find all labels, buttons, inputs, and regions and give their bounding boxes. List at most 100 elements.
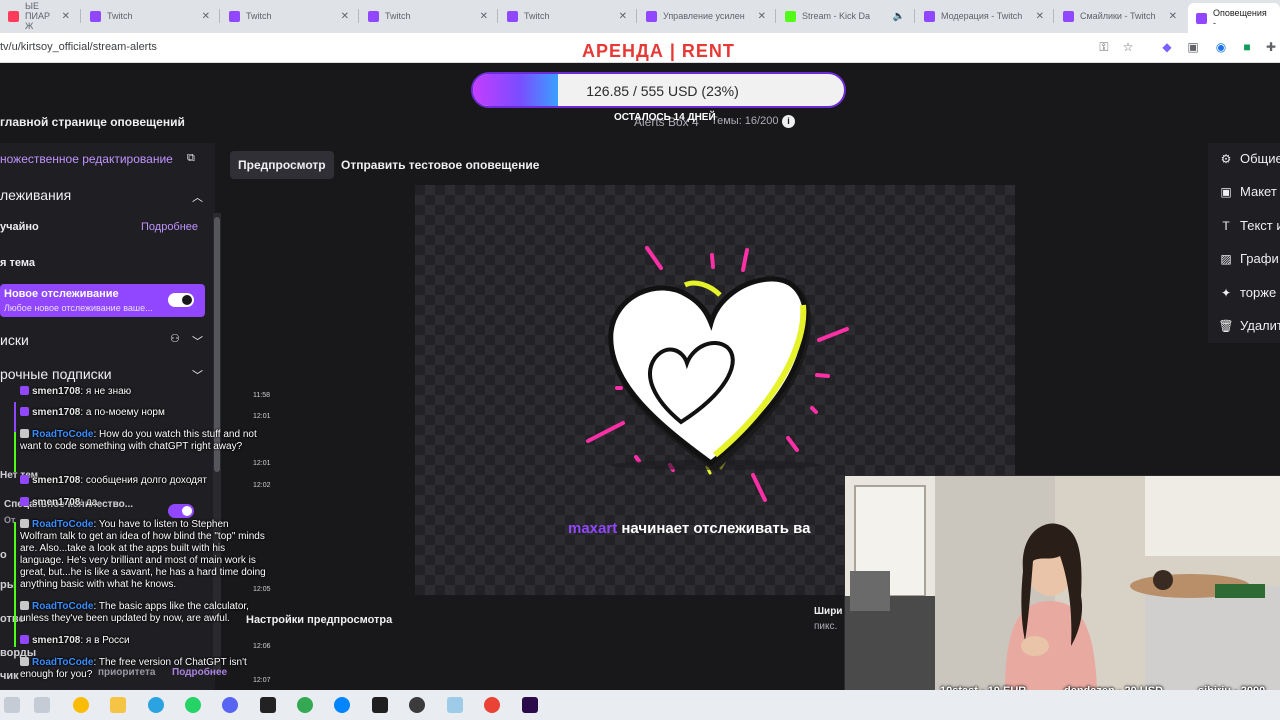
twitch-favicon-icon bbox=[1063, 10, 1074, 22]
section-gift-subs-heading[interactable]: рочные подписки bbox=[0, 366, 112, 382]
chat-message: smen1708: я не знаю bbox=[20, 386, 268, 398]
rent-banner: АРЕНДА | RENT bbox=[582, 41, 735, 61]
chevron-down-icon[interactable]: ﹀ bbox=[192, 367, 203, 383]
twitch-favicon-icon bbox=[646, 10, 657, 22]
discord-icon[interactable] bbox=[222, 697, 238, 713]
whatsapp-icon[interactable] bbox=[185, 697, 201, 713]
chrome-icon[interactable] bbox=[73, 697, 89, 713]
gear-icon: ⚙ bbox=[1220, 152, 1232, 166]
twitch-favicon-icon bbox=[1196, 12, 1207, 24]
copy-icon[interactable]: ⧉ bbox=[187, 152, 195, 165]
tab-label: Stream - Kick Da bbox=[802, 11, 871, 21]
menu-item-general[interactable]: ⚙ Общие bbox=[1218, 151, 1280, 166]
theme-label: я тема bbox=[0, 257, 35, 269]
telegram-icon[interactable] bbox=[148, 697, 164, 713]
chat-message: smen1708: да bbox=[20, 497, 268, 509]
screenshot-icon[interactable]: ▣ bbox=[1186, 40, 1200, 54]
url-text[interactable]: tv/u/kirtsoy_official/stream-alerts bbox=[0, 41, 157, 53]
menu-item-delete[interactable]: 🗑 Удалит bbox=[1218, 318, 1280, 333]
task-view-icon[interactable] bbox=[34, 697, 50, 713]
alert-text: начинает отслеживать ва bbox=[617, 520, 811, 537]
webcam-image bbox=[845, 476, 1280, 690]
browser-tab[interactable]: Управление усилен ✕ bbox=[638, 5, 774, 27]
chevron-up-icon[interactable]: ︿ bbox=[192, 189, 203, 205]
tab-label: Twitch bbox=[524, 11, 550, 21]
browser-tab[interactable]: Модерация - Twitch ✕ bbox=[916, 5, 1052, 27]
themes-count: Темы: 16/200 bbox=[711, 115, 779, 127]
tab-label: Модерация - Twitch bbox=[941, 11, 1023, 21]
menu-item-layout[interactable]: ▣ Макет bbox=[1218, 184, 1276, 199]
notion-icon[interactable] bbox=[260, 697, 276, 713]
search-icon[interactable] bbox=[4, 697, 20, 713]
close-tab-icon[interactable]: ✕ bbox=[341, 11, 349, 22]
webcam-feed bbox=[844, 475, 1280, 690]
celebration-icon: ✦ bbox=[1220, 286, 1232, 300]
donation-goal-bar: 126.85 / 555 USD (23%) bbox=[471, 72, 846, 108]
extension-icon[interactable]: ◉ bbox=[1214, 40, 1228, 54]
after-effects-icon[interactable] bbox=[522, 697, 538, 713]
info-icon[interactable]: i bbox=[782, 115, 795, 128]
section-subs-heading[interactable]: иски bbox=[0, 332, 29, 348]
chevron-down-icon[interactable]: ﹀ bbox=[192, 333, 203, 349]
chat-message: smen1708: сообщения долго доходят bbox=[20, 475, 268, 487]
messenger-icon[interactable] bbox=[334, 697, 350, 713]
close-tab-icon[interactable]: ✕ bbox=[619, 11, 627, 22]
app-icon[interactable] bbox=[447, 697, 463, 713]
browser-tab[interactable]: Stream - Kick Da 🔈 bbox=[777, 5, 913, 27]
alert-variation-new-follow[interactable]: Новое отслеживание Любое новое отслежива… bbox=[0, 284, 205, 317]
alert-message: maxart начинает отслеживать ва bbox=[568, 520, 810, 537]
more-link[interactable]: Подробнее bbox=[141, 221, 198, 233]
browser-tab[interactable]: Twitch ✕ bbox=[499, 5, 635, 27]
chat-timestamp: 12:01 bbox=[253, 413, 271, 420]
close-tab-icon[interactable]: ✕ bbox=[62, 11, 70, 22]
close-tab-icon[interactable]: ✕ bbox=[202, 11, 210, 22]
browser-tab-active[interactable]: Оповещения - bbox=[1188, 3, 1280, 33]
obs-icon[interactable] bbox=[409, 697, 425, 713]
tab-label: Twitch bbox=[246, 11, 272, 21]
chat-timestamp: 11:58 bbox=[253, 392, 270, 399]
file-explorer-icon[interactable] bbox=[110, 697, 126, 713]
menu-item-text[interactable]: T Текст и bbox=[1218, 218, 1280, 233]
menu-item-celebration[interactable]: ✦ торже bbox=[1218, 285, 1276, 300]
preview-button[interactable]: Предпросмотр bbox=[230, 151, 334, 179]
puzzle-icon[interactable]: ✚ bbox=[1264, 40, 1278, 54]
chat-timestamp: 12:06 bbox=[253, 643, 271, 650]
section-follows-heading[interactable]: леживания bbox=[0, 187, 71, 203]
chrome-icon[interactable] bbox=[484, 697, 500, 713]
key-icon[interactable]: ⚿ bbox=[1097, 40, 1111, 54]
multi-edit-link[interactable]: ножественное редактирование bbox=[0, 152, 173, 166]
browser-tabstrip: ЫЕ ПИАР Ж ✕ Twitch ✕ Twitch ✕ Twitch ✕ Twitc… bbox=[0, 0, 1280, 33]
back-to-alerts-link[interactable]: главной странице оповещений bbox=[0, 115, 185, 129]
extension-icon[interactable]: ■ bbox=[1240, 40, 1254, 54]
close-tab-icon[interactable]: ✕ bbox=[758, 11, 766, 22]
browser-tab[interactable]: Смайлики - Twitch ✕ bbox=[1055, 5, 1185, 27]
menu-label: Текст и bbox=[1240, 218, 1280, 233]
tab-label: Twitch bbox=[107, 11, 133, 21]
mute-tab-icon[interactable]: 🔈 bbox=[893, 11, 905, 22]
browser-tab[interactable]: Twitch ✕ bbox=[360, 5, 496, 27]
random-label: учайно bbox=[0, 221, 39, 233]
send-test-alert-button[interactable]: Отправить тестовое оповещение bbox=[333, 151, 547, 179]
image-icon: ▨ bbox=[1220, 252, 1232, 266]
chat-timestamp: 12:05 bbox=[253, 586, 271, 593]
menu-item-graphics[interactable]: ▨ Графи bbox=[1218, 251, 1279, 266]
extension-icon[interactable]: ◆ bbox=[1160, 40, 1174, 54]
variation-toggle[interactable] bbox=[168, 293, 194, 307]
close-tab-icon[interactable]: ✕ bbox=[1036, 11, 1044, 22]
browser-tab[interactable]: ЫЕ ПИАР Ж ✕ bbox=[0, 1, 78, 31]
right-settings-menu: ⚙ Общие ▣ Макет T Текст и ▨ Графи ✦ торже 🗑 Уд… bbox=[1208, 143, 1280, 343]
menu-label: Графи bbox=[1240, 251, 1279, 266]
browser-tab[interactable]: Twitch ✕ bbox=[221, 5, 357, 27]
bookmark-star-icon[interactable]: ☆ bbox=[1121, 40, 1135, 54]
app-icon[interactable] bbox=[297, 697, 313, 713]
text-icon: T bbox=[1222, 219, 1230, 233]
browser-tab[interactable]: Twitch ✕ bbox=[82, 5, 218, 27]
close-tab-icon[interactable]: ✕ bbox=[480, 11, 488, 22]
app-icon[interactable] bbox=[372, 697, 388, 713]
px-label: пикс. bbox=[814, 621, 838, 632]
tab-favicon-icon bbox=[8, 10, 19, 22]
tab-label: Управление усилен bbox=[663, 11, 745, 21]
people-icon[interactable]: ⚇ bbox=[170, 332, 180, 345]
close-tab-icon[interactable]: ✕ bbox=[1169, 11, 1177, 22]
twitch-favicon-icon bbox=[90, 10, 101, 22]
